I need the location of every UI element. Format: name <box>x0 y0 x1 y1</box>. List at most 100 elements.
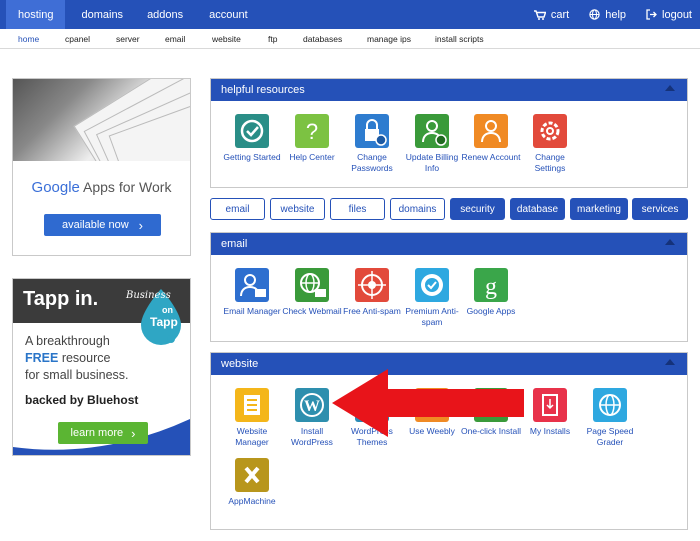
svg-text:W: W <box>304 398 320 415</box>
email-title: email <box>221 238 248 250</box>
google-apps-ad[interactable]: Google Apps for Work available now › <box>12 78 191 256</box>
filter-marketing-label: marketing <box>577 203 621 215</box>
tile-label: Website Manager <box>235 426 269 447</box>
free-antispam-icon <box>355 268 389 302</box>
help-label: help <box>605 8 627 21</box>
tapp-ad-copy: A breakthrough FREE resource for small b… <box>25 333 129 384</box>
subnav-email[interactable]: email <box>165 34 185 44</box>
tapp-free-text: FREE <box>25 351 59 365</box>
tile-update-billing[interactable]: Update Billing Info <box>402 114 462 174</box>
subnav-databases[interactable]: databases <box>303 34 342 44</box>
subnav-home[interactable]: home <box>18 34 39 44</box>
logout-label: logout <box>662 8 692 21</box>
cart-label: cart <box>550 8 570 21</box>
tile-label: Change Settings <box>534 152 566 173</box>
tile-label: My Installs <box>529 426 571 436</box>
nav-addons[interactable]: addons <box>135 0 195 29</box>
nav-addons-label: addons <box>147 8 184 21</box>
tapp-line-2: FREE resource <box>25 350 129 367</box>
filter-files[interactable]: files <box>330 198 385 220</box>
google-apps-logo: Google Apps for Work <box>13 179 190 196</box>
tile-my-installs[interactable]: My Installs <box>520 388 580 437</box>
subnav-website[interactable]: website <box>212 34 241 44</box>
logout-icon <box>646 9 657 20</box>
filter-database[interactable]: database <box>510 198 565 220</box>
tile-premium-antispam[interactable]: Premium Anti-spam <box>402 268 462 328</box>
check-webmail-icon <box>295 268 329 302</box>
tile-label: Renew Account <box>461 152 521 162</box>
paper-stack-image <box>13 79 190 161</box>
tapp-in-title: Tapp in. <box>23 288 99 310</box>
tile-help-center[interactable]: ? Help Center <box>282 114 342 163</box>
tapp-line-2-rest: resource <box>58 351 111 365</box>
filter-security[interactable]: security <box>450 198 505 220</box>
sub-navbar: home cpanel server email website ftp dat… <box>0 29 700 49</box>
globe-icon <box>589 9 600 20</box>
tile-label: Update Billing Info <box>405 152 459 173</box>
collapse-caret-icon[interactable] <box>665 359 675 365</box>
tapp-line-3: for small business. <box>25 368 129 382</box>
chevron-right-icon: › <box>138 217 143 233</box>
svg-text:?: ? <box>306 119 318 144</box>
tile-renew-account[interactable]: Renew Account <box>461 114 521 163</box>
badge-business-text: Business <box>126 290 171 301</box>
tile-label: Google Apps <box>466 306 516 316</box>
subnav-server[interactable]: server <box>116 34 140 44</box>
help-link[interactable]: help <box>589 9 626 21</box>
tile-website-manager[interactable]: Website Manager <box>222 388 282 448</box>
google-wordmark: Google <box>31 179 80 196</box>
page-speed-icon <box>593 388 627 422</box>
logout-link[interactable]: logout <box>646 9 692 21</box>
tile-getting-started[interactable]: Getting Started <box>222 114 282 163</box>
learn-more-button[interactable]: learn more › <box>58 422 148 444</box>
filter-marketing[interactable]: marketing <box>570 198 628 220</box>
nav-domains-label: domains <box>81 8 124 21</box>
renew-account-icon <box>474 114 508 148</box>
tile-page-speed[interactable]: Page Speed Grader <box>580 388 640 448</box>
subnav-cpanel[interactable]: cpanel <box>65 34 90 44</box>
tile-google-apps[interactable]: g Google Apps <box>461 268 521 317</box>
available-now-label: available now <box>62 219 129 231</box>
subnav-install-scripts[interactable]: install scripts <box>435 34 484 44</box>
tile-free-antispam[interactable]: Free Anti-spam <box>342 268 402 317</box>
filter-email-label: email <box>225 203 250 215</box>
nav-hosting[interactable]: hosting <box>6 0 66 29</box>
tile-label: Page Speed Grader <box>586 426 634 447</box>
badge-tapp-text: Tapp <box>150 315 178 329</box>
website-manager-icon <box>235 388 269 422</box>
filter-files-label: files <box>348 203 367 215</box>
change-settings-icon <box>533 114 567 148</box>
tile-change-settings[interactable]: Change Settings <box>520 114 580 174</box>
premium-antispam-icon <box>415 268 449 302</box>
subnav-ftp[interactable]: ftp <box>268 34 277 44</box>
cart-link[interactable]: cart <box>533 8 570 21</box>
subnav-manage-ips[interactable]: manage ips <box>367 34 411 44</box>
filter-database-label: database <box>516 203 559 215</box>
filter-domains[interactable]: domains <box>390 198 445 220</box>
badge-on-text: on <box>162 305 173 315</box>
helpful-resources-header[interactable]: helpful resources <box>211 79 687 101</box>
tile-email-manager[interactable]: Email Manager <box>222 268 282 317</box>
collapse-caret-icon[interactable] <box>665 239 675 245</box>
business-on-tapp-ad[interactable]: Tapp in. Business on Tapp A breakthrough… <box>12 278 191 456</box>
tile-appmachine[interactable]: AppMachine <box>222 458 282 507</box>
email-header[interactable]: email <box>211 233 687 255</box>
nav-hosting-label: hosting <box>18 8 54 21</box>
nav-domains[interactable]: domains <box>69 0 135 29</box>
nav-account[interactable]: account <box>197 0 260 29</box>
nav-account-label: account <box>209 8 248 21</box>
filter-website[interactable]: website <box>270 198 325 220</box>
filter-email[interactable]: email <box>210 198 265 220</box>
tile-change-passwords[interactable]: Change Passwords <box>342 114 402 174</box>
red-arrow-annotation <box>332 369 524 437</box>
svg-text:g: g <box>485 274 497 300</box>
tile-label: Help Center <box>289 152 335 162</box>
collapse-caret-icon[interactable] <box>665 85 675 91</box>
chevron-right-icon: › <box>131 425 136 441</box>
tile-check-webmail[interactable]: Check Webmail <box>282 268 342 317</box>
filter-services[interactable]: services <box>632 198 688 220</box>
tile-label: Email Manager <box>223 306 281 316</box>
available-now-button[interactable]: available now › <box>44 214 161 236</box>
learn-more-label: learn more <box>70 427 124 439</box>
top-navbar: hosting domains addons account cart help… <box>0 0 700 29</box>
